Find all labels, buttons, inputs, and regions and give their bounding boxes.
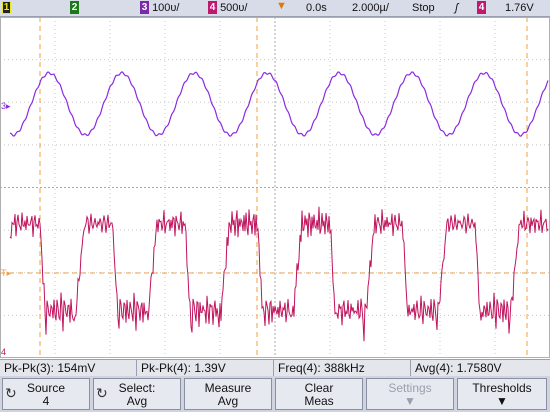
ch1-indicator[interactable]: 1 <box>2 1 11 15</box>
ch2-chip: 2 <box>70 1 79 14</box>
trigger-position-marker-icon: ▼ <box>276 0 287 12</box>
clear-value: Meas <box>304 394 334 408</box>
thresholds-softkey[interactable]: Thresholds ▼ <box>457 378 547 410</box>
ch1-chip: 1 <box>2 1 11 14</box>
arrow-down-icon: ▼ <box>404 394 416 408</box>
source-softkey[interactable]: ↻ Source 4 <box>2 378 90 410</box>
waveform-display[interactable]: 3▸ T▸ 4 <box>0 17 550 358</box>
run-state: Stop <box>412 2 435 14</box>
clear-meas-softkey[interactable]: Clear Meas <box>275 378 363 410</box>
measurement-avg-ch4: Avg(4): 1.7580V <box>415 361 502 375</box>
timebase-readout: 2.000µ/ <box>352 2 389 14</box>
ch3-scale: 100υ/ <box>152 2 180 14</box>
trigger-level-marker: T▸ <box>1 268 11 278</box>
delay-readout: 0.0s <box>306 2 327 14</box>
ch2-indicator[interactable]: 2 <box>70 1 79 15</box>
select-softkey[interactable]: ↻ Select: Avg <box>93 378 181 410</box>
status-bar: 1 2 3 100υ/ 4 500υ/ ▼ 0.0s 2.000µ/ Stop … <box>0 0 550 17</box>
trigger-channel-chip: 4 <box>477 1 486 14</box>
measurement-freq-ch4: Freq(4): 388kHz <box>274 360 411 376</box>
ch3-ground-marker: 3▸ <box>1 101 11 111</box>
measurement-pkpk-ch4: Pk-Pk(4): 1.39V <box>137 360 274 376</box>
arrow-down-icon: ▼ <box>496 394 508 408</box>
softkey-bar: ↻ Source 4 ↻ Select: Avg Measure Avg Cle… <box>0 376 550 412</box>
trigger-source: 4 <box>477 1 486 15</box>
measure-softkey[interactable]: Measure Avg <box>184 378 272 410</box>
waveform-svg: 3▸ T▸ 4 <box>0 17 550 358</box>
ch4-trace <box>9 206 549 342</box>
measurement-pkpk-ch3: Pk-Pk(3): 154mV <box>0 360 137 376</box>
settings-softkey[interactable]: Settings ▼ <box>366 378 454 410</box>
measurement-bar: Pk-Pk(3): 154mV Pk-Pk(4): 1.39V Freq(4):… <box>0 359 550 376</box>
ch4-chip: 4 <box>208 1 217 14</box>
rotate-knob-icon: ↻ <box>96 385 108 401</box>
ch3-chip: 3 <box>140 1 149 14</box>
trigger-level: 1.76V <box>505 2 534 14</box>
ch3-trace <box>9 71 549 137</box>
ch4-ground-marker: 4 <box>1 347 6 357</box>
trigger-slope-icon: ʃ <box>455 2 459 14</box>
ch4-indicator[interactable]: 4 500υ/ <box>208 1 248 15</box>
ch4-scale: 500υ/ <box>220 2 248 14</box>
ch3-indicator[interactable]: 3 100υ/ <box>140 1 180 15</box>
measure-value: Avg <box>217 394 239 408</box>
rotate-knob-icon: ↻ <box>5 385 17 401</box>
